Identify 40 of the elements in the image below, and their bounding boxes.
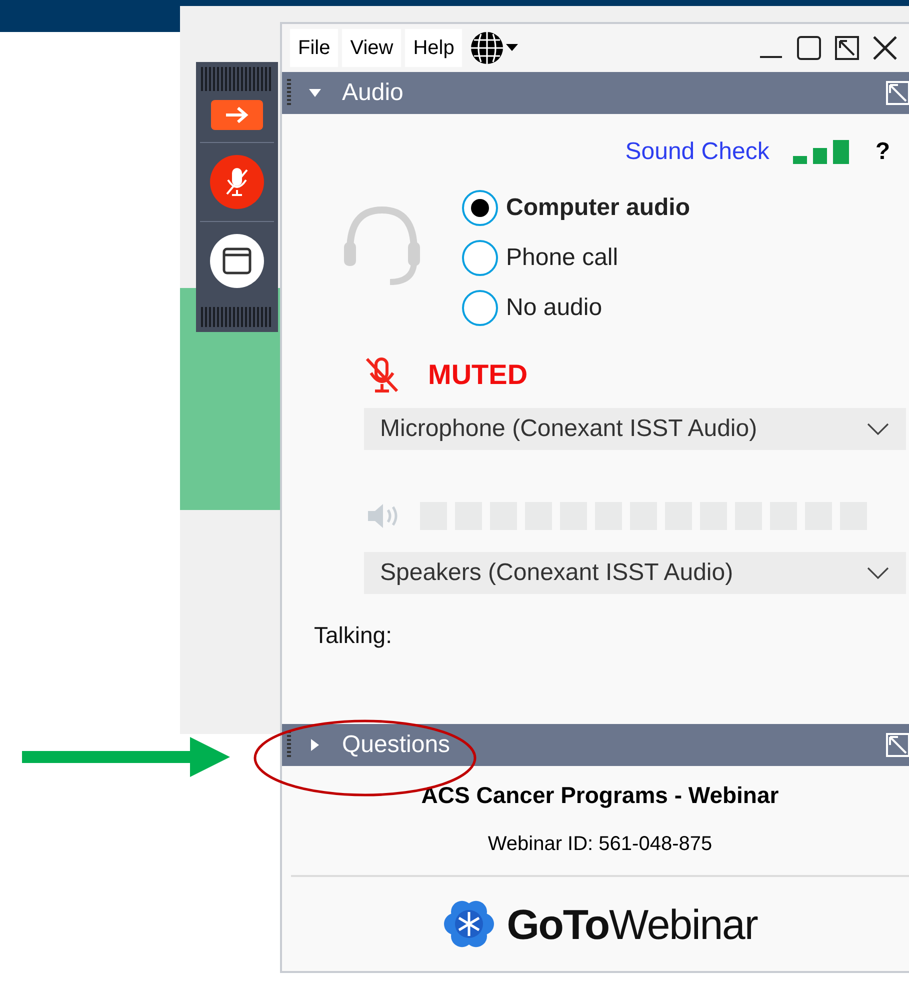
muted-status: MUTED	[428, 358, 528, 392]
flower-logo-icon	[442, 898, 495, 950]
section-title: Audio	[342, 78, 404, 108]
radio-option[interactable]: No audio	[462, 290, 690, 326]
caret-icon	[506, 44, 518, 52]
language-button[interactable]	[470, 31, 518, 65]
radio-option[interactable]: Phone call	[462, 240, 690, 276]
popout-icon[interactable]	[834, 35, 860, 61]
webinar-id: Webinar ID: 561-048-875	[488, 832, 712, 856]
talking-label: Talking:	[314, 621, 393, 650]
section-header[interactable]: Audio	[282, 72, 909, 114]
window-icon	[222, 247, 252, 275]
arrow-button[interactable]	[211, 100, 263, 130]
webinar-title: ACS Cancer Programs - Webinar	[421, 781, 779, 810]
radio-option[interactable]: Computer audio	[462, 190, 690, 226]
microphone-dropdown[interactable]: Microphone (Conexant ISST Audio)	[364, 408, 906, 450]
microphone-button[interactable]	[210, 155, 264, 209]
grip-icon	[200, 306, 274, 328]
chevron-down-icon	[866, 566, 890, 580]
section-header[interactable]: Questions	[282, 724, 909, 766]
signal-bars-icon	[793, 140, 852, 164]
globe-icon	[470, 31, 504, 65]
menu-item[interactable]: Help	[405, 29, 462, 67]
sound-check-link[interactable]: Sound Check	[625, 134, 770, 170]
muted-microphone-icon	[364, 356, 400, 394]
section-title: Questions	[342, 730, 452, 760]
muted-microphone-icon	[224, 166, 250, 198]
maximize-icon[interactable]	[796, 35, 822, 61]
close-icon[interactable]	[872, 35, 898, 61]
window-button[interactable]	[210, 234, 264, 288]
grip-icon	[200, 66, 274, 92]
chevron-down-icon	[866, 422, 890, 436]
gotowebinar-logo-text: GoToWebinar	[506, 900, 758, 950]
arrow-right-icon	[224, 105, 250, 125]
help-mark[interactable]: ?	[875, 134, 890, 170]
grip-icon	[286, 78, 292, 108]
grip-icon	[286, 730, 292, 760]
menu-item[interactable]: View	[342, 29, 402, 67]
menu-item[interactable]: File	[290, 29, 338, 67]
speakers-dropdown[interactable]: Speakers (Conexant ISST Audio)	[364, 552, 906, 594]
